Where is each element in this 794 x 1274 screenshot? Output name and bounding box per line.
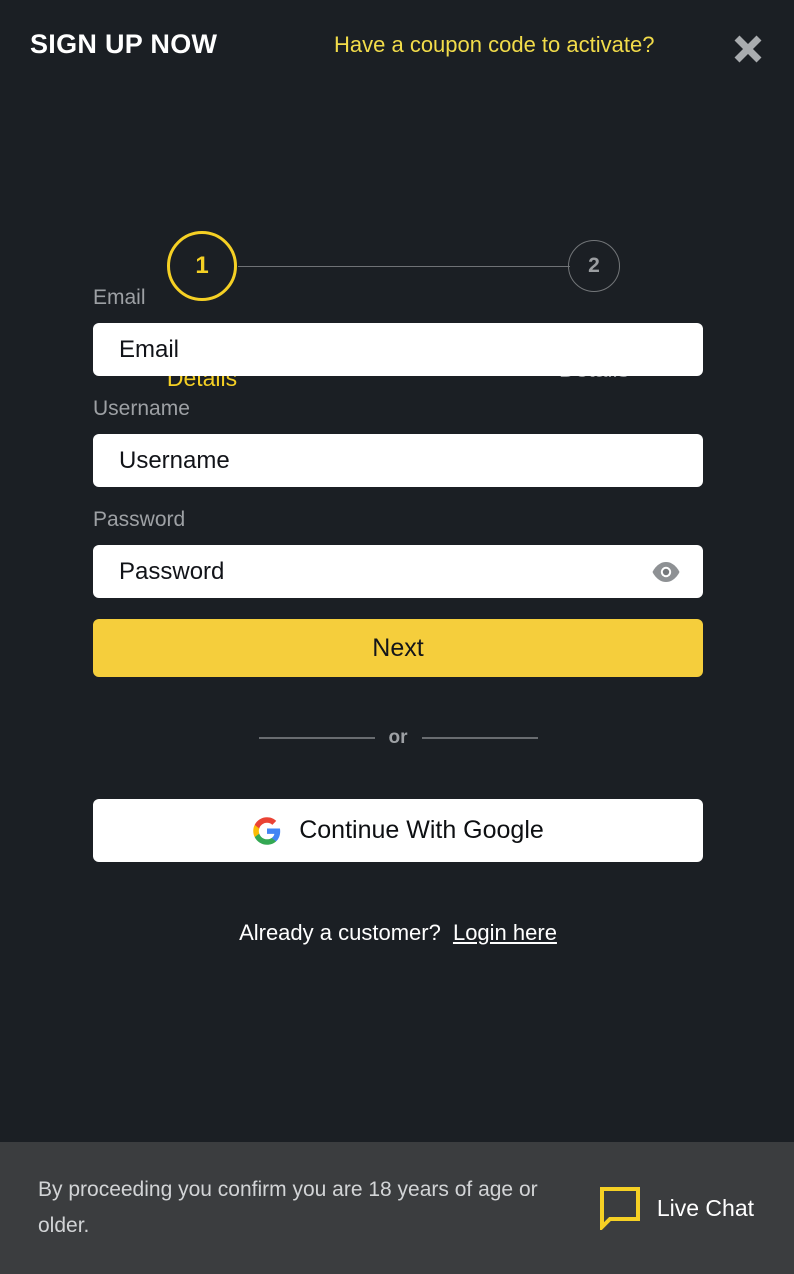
password-label: Password (93, 508, 186, 531)
close-icon (734, 35, 762, 63)
next-button[interactable]: Next (93, 619, 703, 677)
page-title: SIGN UP NOW (30, 29, 218, 59)
google-button-label: Continue With Google (299, 816, 544, 844)
signup-stepper: 1 Account Details 2 Contact Details (0, 96, 794, 391)
signup-modal: SIGN UP NOW Have a coupon code to activa… (0, 0, 794, 1274)
or-divider-line-right (421, 737, 538, 739)
signup-form: Email Username Password (0, 286, 794, 946)
age-disclaimer-text: By proceeding you confirm you are 18 yea… (38, 1178, 538, 1237)
password-field-group: Password (93, 508, 703, 598)
live-chat-button[interactable]: Live Chat (599, 1186, 760, 1230)
step-number-circle-2: 2 (568, 240, 620, 292)
chat-bubble-icon (599, 1187, 640, 1230)
step-number-circle-1: 1 (167, 231, 237, 301)
username-input[interactable] (93, 434, 703, 487)
email-input-wrap[interactable] (93, 323, 703, 376)
password-input-wrap[interactable] (93, 545, 703, 598)
live-chat-label: Live Chat (656, 1194, 754, 1221)
username-input-wrap[interactable] (93, 434, 703, 487)
or-divider-label: or (388, 727, 408, 748)
coupon-code-link[interactable]: Have a coupon code to activate? (334, 32, 654, 58)
modal-header: SIGN UP NOW Have a coupon code to activa… (0, 0, 794, 96)
already-customer-text: Already a customer? (239, 920, 441, 945)
google-g-icon (253, 816, 281, 845)
continue-with-google-button[interactable]: Continue With Google (93, 799, 703, 862)
password-input[interactable] (93, 545, 703, 598)
modal-footer: By proceeding you confirm you are 18 yea… (0, 1142, 794, 1274)
login-here-link[interactable]: Login here (453, 920, 557, 945)
or-divider: or (93, 727, 703, 749)
already-customer-row: Already a customer? Login here (93, 920, 703, 946)
or-divider-line-left (258, 737, 375, 739)
eye-icon (652, 561, 680, 582)
close-button[interactable] (728, 29, 768, 69)
email-input[interactable] (93, 323, 703, 376)
password-visibility-toggle[interactable] (651, 560, 681, 584)
username-field-group: Username (93, 397, 703, 487)
username-label: Username (93, 397, 190, 420)
